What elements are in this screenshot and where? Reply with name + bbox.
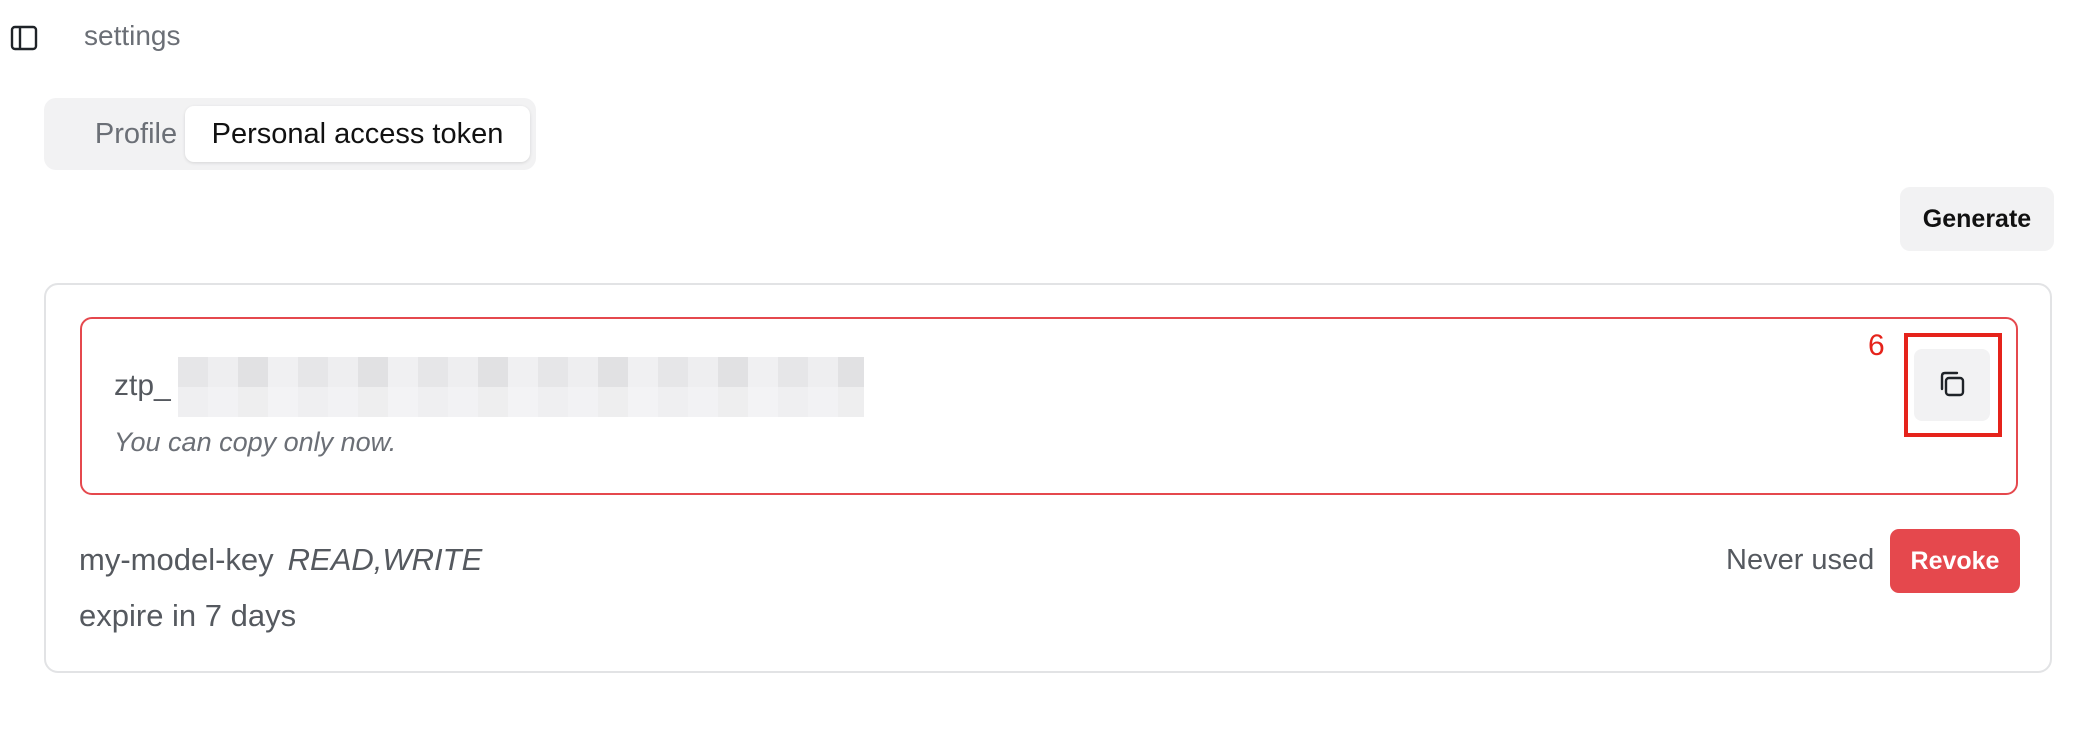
tab-personal-access-token[interactable]: Personal access token [185, 106, 530, 162]
revoke-button[interactable]: Revoke [1890, 529, 2020, 593]
copy-hint: You can copy only now. [114, 427, 397, 457]
token-last-used: Never used [1726, 544, 1875, 576]
copy-icon [1935, 367, 1969, 404]
generate-button[interactable]: Generate [1900, 187, 2054, 251]
sidebar-toggle-icon[interactable] [10, 24, 38, 52]
page-title: settings [84, 20, 181, 51]
new-token-box: ztp_ You can copy only now. 6 [80, 317, 2018, 495]
token-name: my-model-key [79, 542, 274, 577]
token-prefix: ztp_ [114, 369, 171, 402]
token-expiry: expire in 7 days [79, 598, 297, 633]
token-value-redacted [178, 357, 864, 417]
header: settings [0, 0, 2078, 76]
token-card: ztp_ You can copy only now. 6 my-model-k… [44, 283, 2052, 673]
copy-button[interactable] [1914, 349, 1990, 421]
token-name-row: my-model-key READ,WRITE [79, 542, 482, 578]
annotation-number: 6 [1868, 329, 1885, 362]
settings-page: settings Profile Personal access token G… [0, 0, 2078, 730]
token-scopes: READ,WRITE [287, 542, 483, 577]
tab-list: Profile Personal access token [44, 98, 536, 170]
